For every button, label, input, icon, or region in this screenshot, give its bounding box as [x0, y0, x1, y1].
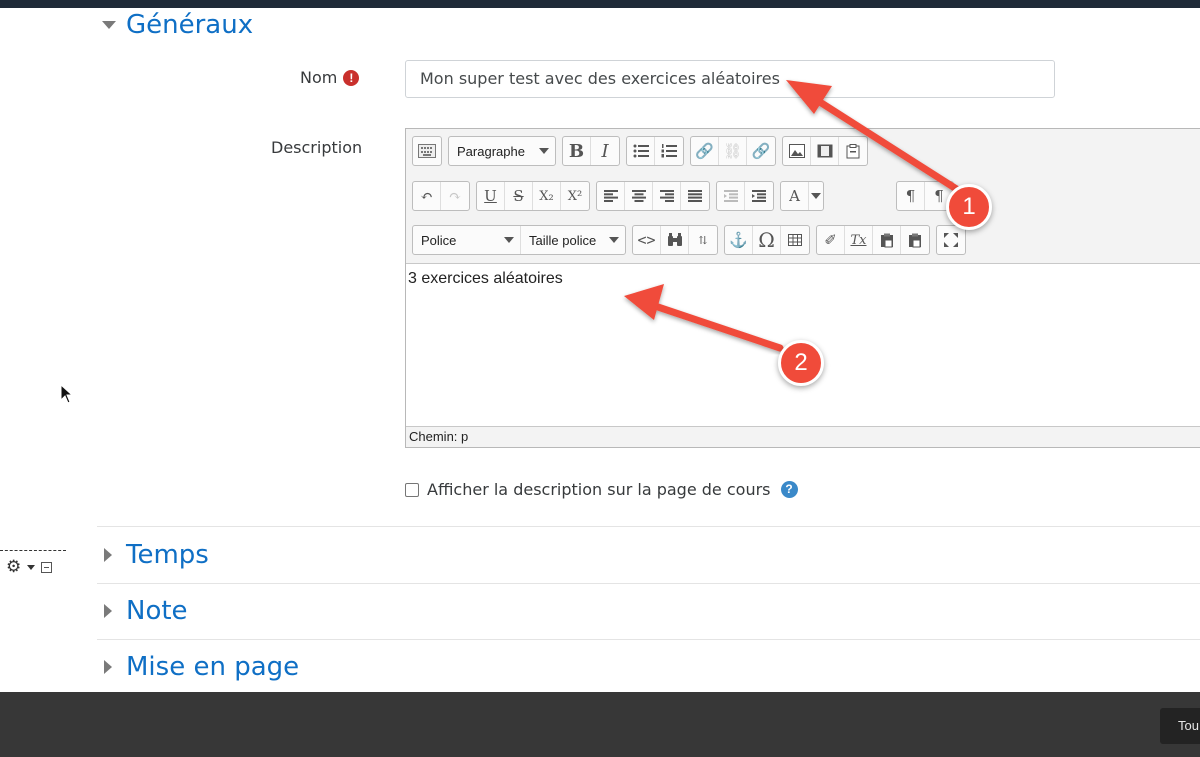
replace-icon[interactable]: ⇅ [689, 226, 717, 254]
unlink-icon[interactable]: ⛓ [719, 137, 747, 165]
chevron-down-icon [539, 148, 549, 154]
footer-button[interactable]: Tou [1160, 708, 1200, 744]
toolbar-row-3: Police Taille police <> ⇅ ⚓ Ω ✐ Tx [412, 225, 972, 255]
link-disabled-icon[interactable]: 🔗 [747, 137, 775, 165]
toolbar-row-1: Paragraphe B I 🔗 ⛓ 🔗 [412, 136, 874, 166]
required-icon: ! [343, 70, 360, 86]
section-note-title: Note [126, 596, 188, 626]
omega-button[interactable]: Ω [753, 226, 781, 254]
section-temps-title: Temps [126, 540, 209, 570]
font-color-dropdown[interactable] [809, 182, 823, 210]
underline-button[interactable]: U [477, 182, 505, 210]
annotation-badge-1: 1 [946, 184, 992, 230]
show-description-row: Afficher la description sur la page de c… [405, 480, 798, 499]
font-color-button[interactable]: A [781, 182, 809, 210]
align-center-icon[interactable] [625, 182, 653, 210]
find-icon[interactable] [661, 226, 689, 254]
section-note[interactable]: Note [100, 596, 188, 626]
description-label: Description [271, 138, 363, 157]
superscript-button[interactable]: X² [561, 182, 589, 210]
paste-text-icon[interactable] [873, 226, 901, 254]
paragraph-ltr-icon[interactable]: ¶ [897, 182, 925, 210]
italic-button[interactable]: I [591, 137, 619, 165]
section-temps[interactable]: Temps [100, 540, 209, 570]
align-left-icon[interactable] [597, 182, 625, 210]
clear-format-button[interactable]: Tx [845, 226, 873, 254]
redo-icon[interactable]: ↷ [441, 182, 469, 210]
dashed-separator [0, 550, 66, 551]
annotation-badge-2: 2 [778, 340, 824, 386]
table-icon[interactable] [781, 226, 809, 254]
show-description-checkbox[interactable] [405, 482, 419, 497]
name-input[interactable]: Mon super test avec des exercices aléato… [405, 60, 1055, 98]
chevron-down-icon [811, 193, 821, 199]
link-icon[interactable]: 🔗 [691, 137, 719, 165]
format-select[interactable]: Paragraphe [449, 137, 555, 165]
font-size-select[interactable]: Taille police [521, 226, 625, 254]
section-mise-en-page[interactable]: Mise en page [100, 652, 299, 682]
page-footer: Tou [0, 692, 1200, 757]
cursor-icon [60, 384, 74, 404]
align-justify-icon[interactable] [681, 182, 709, 210]
image-icon[interactable] [783, 137, 811, 165]
bullet-list-icon[interactable] [627, 137, 655, 165]
align-right-icon[interactable] [653, 182, 681, 210]
anchor-icon[interactable]: ⚓ [725, 226, 753, 254]
gear-icon[interactable]: ⚙ [6, 559, 21, 576]
section-generaux-title: Généraux [126, 10, 254, 40]
chevron-down-icon [609, 237, 619, 243]
strikethrough-button[interactable]: S [505, 182, 533, 210]
show-description-label[interactable]: Afficher la description sur la page de c… [427, 480, 771, 499]
toolbar-toggle-icon[interactable] [413, 137, 441, 165]
caret-down-icon [102, 21, 116, 29]
paste-word-icon[interactable] [901, 226, 929, 254]
paste-icon[interactable] [839, 137, 867, 165]
subscript-button[interactable]: X₂ [533, 182, 561, 210]
fullscreen-icon[interactable] [937, 226, 965, 254]
eraser-icon[interactable]: ✐ [817, 226, 845, 254]
caret-right-icon [104, 660, 112, 674]
editor-content-text: 3 exercices aléatoires [408, 270, 563, 287]
name-label: Nom! [300, 68, 360, 87]
bold-button[interactable]: B [563, 137, 591, 165]
divider [97, 639, 1200, 640]
toolbar-row-2: ↶ ↷ U S X₂ X² A ¶ ¶ [412, 181, 960, 211]
caret-right-icon [104, 548, 112, 562]
undo-icon[interactable]: ↶ [413, 182, 441, 210]
chevron-down-icon[interactable] [27, 565, 36, 570]
collapse-icon[interactable] [41, 562, 53, 573]
font-family-select[interactable]: Police [413, 226, 521, 254]
block-controls: ⚙ [0, 550, 68, 576]
rich-text-editor: Paragraphe B I 🔗 ⛓ 🔗 ↶ ↷ U S X₂ X² A ¶ ¶… [405, 128, 1200, 448]
numbered-list-icon[interactable] [655, 137, 683, 165]
top-bar [0, 0, 1200, 8]
section-generaux[interactable]: Généraux [100, 10, 253, 40]
chevron-down-icon [504, 237, 514, 243]
help-icon[interactable]: ? [780, 481, 798, 498]
editor-status-path: Chemin: p [409, 429, 469, 444]
divider [97, 583, 1200, 584]
media-icon[interactable] [811, 137, 839, 165]
outdent-icon[interactable] [717, 182, 745, 210]
caret-right-icon [104, 604, 112, 618]
section-mise-en-page-title: Mise en page [126, 652, 300, 682]
code-icon[interactable]: <> [633, 226, 661, 254]
divider [97, 526, 1200, 527]
indent-icon[interactable] [745, 182, 773, 210]
